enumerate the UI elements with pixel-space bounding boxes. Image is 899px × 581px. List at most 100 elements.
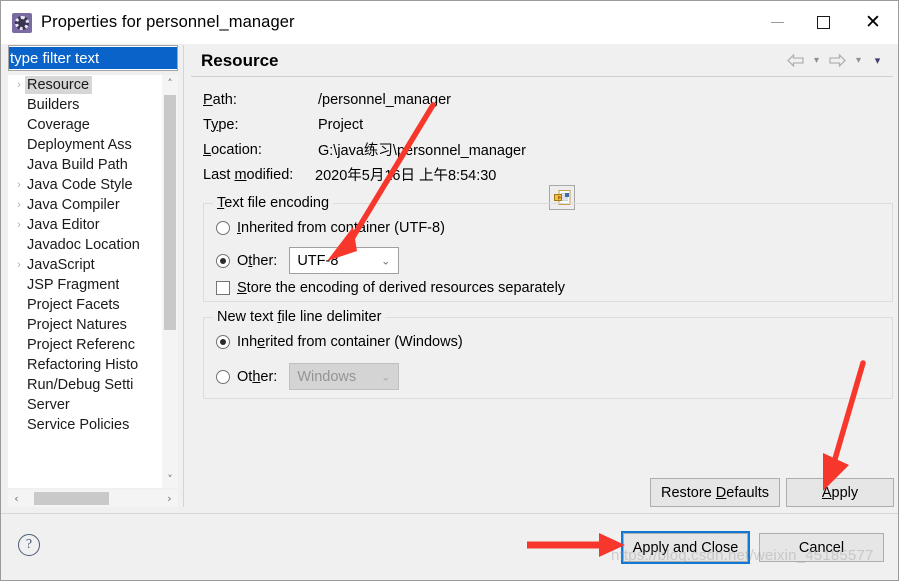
minimize-button[interactable] <box>754 1 800 44</box>
chevron-down-icon[interactable]: ⌄ <box>381 254 390 267</box>
sidebar-item-label: Service Policies <box>27 417 130 433</box>
footer-divider <box>1 513 898 514</box>
sidebar-item-label: Deployment Ass <box>27 137 132 153</box>
gear-icon <box>12 12 32 33</box>
expand-chevron-right-icon[interactable]: › <box>11 175 27 195</box>
encoding-inherited-radio-row[interactable]: Inherited from container (UTF-8) <box>216 220 445 236</box>
info-value: Project <box>318 116 364 133</box>
scroll-right-icon[interactable]: › <box>161 490 178 507</box>
resource-info-block: Path: /personnel_manager Type: Project Locat… <box>203 87 526 187</box>
restore-defaults-label: Restore Defaults <box>660 484 770 501</box>
sidebar-item-java-build-path[interactable]: Java Build Path <box>8 155 162 175</box>
sidebar-item-resource[interactable]: › Resource <box>8 75 162 95</box>
sidebar-item-label: Builders <box>27 97 80 113</box>
sidebar-item-project-referenc[interactable]: Project Referenc <box>8 335 162 355</box>
sidebar-item-label: Resource <box>25 76 93 94</box>
sidebar-item-label: JavaScript <box>27 257 95 273</box>
scrollbar-thumb-horizontal[interactable] <box>34 492 109 505</box>
info-value: G:\java练习\personnel_manager <box>318 143 526 159</box>
sidebar-item-javascript[interactable]: › JavaScript <box>8 255 162 275</box>
delimiter-other-label: Other: <box>237 368 278 385</box>
back-arrow-icon[interactable] <box>786 51 805 70</box>
sidebar-item-project-facets[interactable]: Project Facets <box>8 295 162 315</box>
info-row: Last modified: 2020年5月16日 上午8:54:30 <box>203 162 526 187</box>
sidebar-item-label: Java Code Style <box>27 177 133 193</box>
encoding-combobox[interactable]: UTF-8 ⌄ <box>289 247 400 274</box>
tree-vertical-scrollbar[interactable]: ˄ ˅ <box>162 75 178 488</box>
radio-delimiter-inherited[interactable] <box>216 335 230 349</box>
preference-tree-list[interactable]: › Resource Builders Coverage Deployment Ass J… <box>8 75 162 488</box>
scrollbar-thumb[interactable] <box>164 95 176 330</box>
sidebar-item-jsp-fragment[interactable]: JSP Fragment <box>8 275 162 295</box>
expand-chevron-right-icon[interactable]: › <box>11 255 27 275</box>
maximize-button[interactable] <box>800 1 846 44</box>
properties-dialog: Properties for personnel_manager ✕ ›Reso… <box>0 0 899 581</box>
sidebar-item-builders[interactable]: Builders <box>8 95 162 115</box>
expand-chevron-right-icon[interactable]: › <box>11 195 27 215</box>
encoding-other-label: Other: <box>237 252 278 269</box>
sidebar-item-java-editor[interactable]: › Java Editor <box>8 215 162 235</box>
radio-encoding-other[interactable] <box>216 253 230 268</box>
pane-divider <box>183 45 184 507</box>
sidebar-item-label: Project Facets <box>27 297 120 313</box>
maximize-icon <box>816 16 830 29</box>
encoding-other-radio-row[interactable]: Other: UTF-8 ⌄ <box>216 247 400 274</box>
sidebar-item-server[interactable]: Server <box>8 395 162 415</box>
minimize-icon <box>770 22 784 23</box>
info-value: /personnel_manager <box>318 91 452 108</box>
radio-delimiter-other[interactable] <box>216 369 230 384</box>
watermark: https://blog.csdn.net/weixin_45185577 <box>611 547 874 564</box>
sidebar-item-label: Run/Debug Setti <box>27 377 134 393</box>
encoding-combobox-value: UTF-8 <box>297 252 339 269</box>
delimiter-other-radio-row[interactable]: Other: Windows ⌄ <box>216 363 400 390</box>
sidebar-item-project-natures[interactable]: Project Natures <box>8 315 162 335</box>
filter-field-wrapper[interactable] <box>8 45 178 71</box>
sidebar-item-label: Coverage <box>27 117 90 133</box>
info-row: Location: G:\java练习\personnel_manager <box>203 137 526 162</box>
delimiter-combobox: Windows ⌄ <box>289 363 400 390</box>
sidebar-item-javadoc-location[interactable]: Javadoc Location <box>8 235 162 255</box>
sidebar-item-refactoring-histo[interactable]: Refactoring Histo <box>8 355 162 375</box>
info-row: Type: Project <box>203 112 526 137</box>
apply-label: Apply <box>821 484 859 501</box>
preference-tree[interactable]: › Resource Builders Coverage Deployment Ass J… <box>8 75 178 488</box>
view-menu-chevron-down-icon[interactable]: ▾ <box>870 51 885 70</box>
navigation-icons: ▾ ▾ ▾ <box>786 51 893 70</box>
restore-defaults-button[interactable]: Restore Defaults <box>650 478 780 507</box>
sidebar-item-run-debug-setti[interactable]: Run/Debug Setti <box>8 375 162 395</box>
store-derived-label: Store the encoding of derived resources … <box>237 280 566 296</box>
expand-chevron-right-icon[interactable]: › <box>11 215 27 235</box>
scroll-left-icon[interactable]: ‹ <box>8 490 25 507</box>
search-input[interactable] <box>9 47 177 69</box>
back-history-chevron-down-icon[interactable]: ▾ <box>809 51 824 70</box>
radio-encoding-inherited[interactable] <box>216 221 230 235</box>
sidebar-item-java-code-style[interactable]: › Java Code Style <box>8 175 162 195</box>
info-label: Path: <box>203 91 237 108</box>
sidebar-item-java-compiler[interactable]: › Java Compiler <box>8 195 162 215</box>
close-icon: ✕ <box>865 11 881 33</box>
scroll-up-icon[interactable]: ˄ <box>162 75 178 92</box>
window-title: Properties for personnel_manager <box>41 13 295 31</box>
delimiter-combobox-value: Windows <box>297 368 357 385</box>
sidebar-item-deployment-ass[interactable]: Deployment Ass <box>8 135 162 155</box>
help-icon[interactable]: ? <box>18 534 40 556</box>
store-derived-checkbox-row[interactable]: Store the encoding of derived resources … <box>216 280 565 296</box>
text-file-encoding-group: Text file encoding Inherited from contai… <box>203 195 893 302</box>
sidebar-item-coverage[interactable]: Coverage <box>8 115 162 135</box>
forward-arrow-icon[interactable] <box>828 51 847 70</box>
sidebar-item-label: Refactoring Histo <box>27 357 139 373</box>
close-button[interactable]: ✕ <box>846 1 898 44</box>
page-header: Resource ▾ ▾ ▾ <box>191 45 893 77</box>
line-delimiter-group: New text file line delimiter Inherited f… <box>203 309 893 399</box>
delimiter-inherited-radio-row[interactable]: Inherited from container (Windows) <box>216 334 463 350</box>
info-label: Type: <box>203 116 239 133</box>
forward-history-chevron-down-icon[interactable]: ▾ <box>851 51 866 70</box>
tree-horizontal-scrollbar[interactable]: ‹ › <box>8 490 178 507</box>
settings-pane: Resource ▾ ▾ ▾ Path: /personnel_manager Ty… <box>191 45 893 507</box>
scroll-down-icon[interactable]: ˅ <box>162 471 178 488</box>
encoding-inherited-label: Inherited from container (UTF-8) <box>237 220 445 236</box>
apply-button[interactable]: Apply <box>786 478 894 507</box>
checkbox-store-derived[interactable] <box>216 281 230 295</box>
info-row: Path: /personnel_manager <box>203 87 526 112</box>
sidebar-item-service-policies[interactable]: Service Policies <box>8 415 162 435</box>
